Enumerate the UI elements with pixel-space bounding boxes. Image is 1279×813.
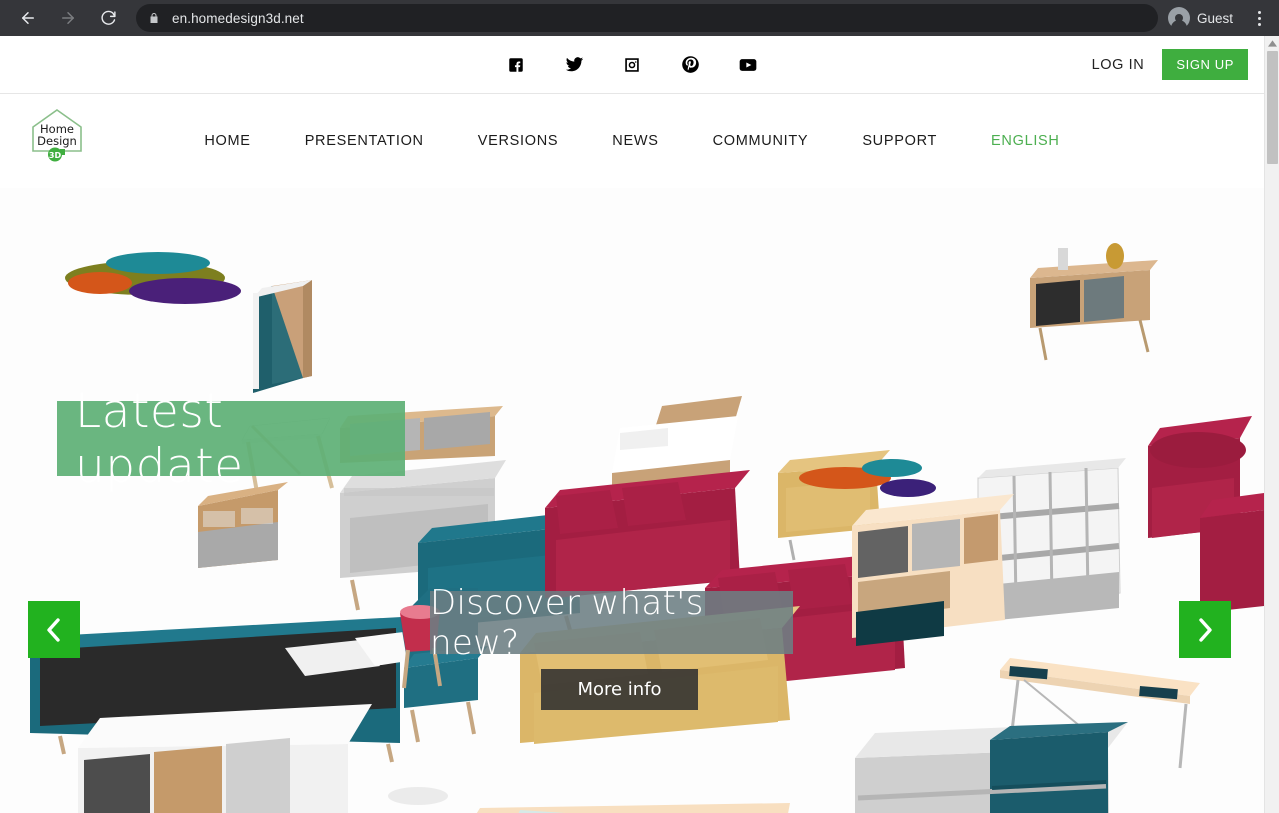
url-text: en.homedesign3d.net: [172, 10, 304, 26]
page-scrollbar[interactable]: [1264, 36, 1279, 813]
back-button[interactable]: [14, 4, 42, 32]
hero-subhead: Discover what's new?: [430, 582, 704, 663]
more-info-button[interactable]: More info: [541, 669, 698, 710]
login-link[interactable]: LOG IN: [1092, 57, 1145, 73]
nav-menu: HOME PRESENTATION VERSIONS NEWS COMMUNIT…: [0, 133, 1264, 149]
carousel-prev-button[interactable]: [28, 601, 80, 658]
social-links: [0, 51, 1264, 79]
profile-chip[interactable]: Guest: [1166, 4, 1243, 32]
hero-carousel: Latest update Discover what's new? More …: [0, 188, 1264, 813]
auth-actions: LOG IN SIGN UP: [1092, 49, 1248, 80]
nav-item-language[interactable]: ENGLISH: [964, 133, 1087, 149]
main-navigation: Home Design 3D HOME PRESENTATION VERSION…: [0, 94, 1264, 188]
hero-headline: Latest update: [75, 383, 244, 494]
carousel-next-button[interactable]: [1179, 601, 1231, 658]
nav-item-home[interactable]: HOME: [177, 133, 277, 149]
scrollbar-thumb[interactable]: [1267, 51, 1278, 164]
more-info-label: More info: [577, 679, 662, 700]
youtube-icon[interactable]: [734, 51, 762, 79]
hero-3d-render: [0, 188, 1264, 813]
instagram-icon[interactable]: [618, 51, 646, 79]
svg-text:3D: 3D: [49, 151, 62, 160]
page-viewport: LOG IN SIGN UP Home Design 3D HOME PRESE…: [0, 36, 1264, 813]
address-bar[interactable]: en.homedesign3d.net: [136, 4, 1158, 32]
chevron-left-icon: [47, 617, 60, 642]
nav-item-versions[interactable]: VERSIONS: [451, 133, 586, 149]
nav-item-support[interactable]: SUPPORT: [835, 133, 964, 149]
utility-bar: LOG IN SIGN UP: [0, 36, 1264, 94]
facebook-icon[interactable]: [502, 51, 530, 79]
lock-icon: [148, 11, 160, 25]
nav-item-presentation[interactable]: PRESENTATION: [278, 133, 451, 149]
furniture-illustration: [0, 188, 1264, 813]
avatar: [1167, 7, 1190, 29]
scroll-up-arrow-icon[interactable]: [1265, 36, 1279, 51]
hero-subhead-banner: Discover what's new?: [430, 583, 793, 663]
reload-button[interactable]: [94, 4, 122, 32]
chevron-right-icon: [1199, 617, 1212, 642]
hero-headline-banner: Latest update: [57, 384, 405, 494]
profile-name: Guest: [1196, 10, 1233, 26]
forward-button[interactable]: [54, 4, 82, 32]
chrome-menu-icon[interactable]: [1247, 3, 1271, 33]
pinterest-icon[interactable]: [676, 51, 704, 79]
nav-item-news[interactable]: NEWS: [585, 133, 685, 149]
twitter-icon[interactable]: [560, 51, 588, 79]
browser-toolbar: en.homedesign3d.net Guest: [0, 0, 1279, 36]
signup-button[interactable]: SIGN UP: [1162, 49, 1248, 80]
nav-item-community[interactable]: COMMUNITY: [686, 133, 836, 149]
